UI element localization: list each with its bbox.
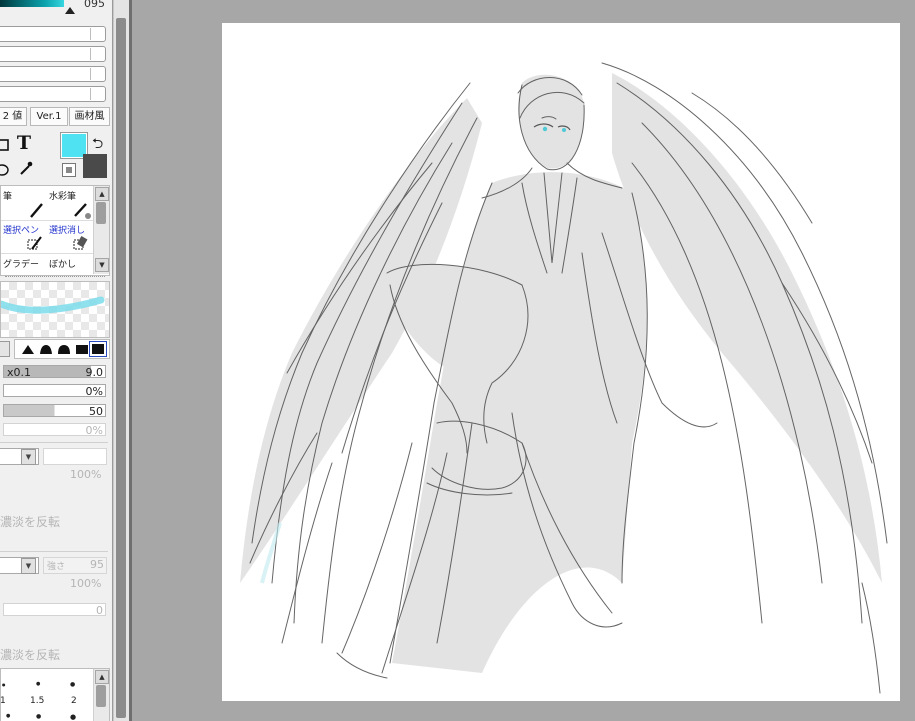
color-slider-2[interactable] (0, 46, 106, 62)
section-separator (0, 551, 108, 552)
preset-dot-icon: ● (70, 681, 76, 688)
size-presets-scrollbar[interactable]: ▲ (93, 669, 109, 721)
invert-shading-label-2[interactable]: 濃淡を反転 (0, 646, 60, 663)
scroll-up-icon[interactable]: ▲ (95, 670, 109, 684)
preset-dot-icon: ● (6, 713, 11, 719)
drawing-canvas[interactable] (222, 23, 900, 701)
scroll-down-icon[interactable]: ▼ (95, 258, 109, 272)
size-presets-scroll-thumb[interactable] (96, 685, 106, 707)
panel-scroll-thumb[interactable] (116, 18, 126, 718)
blending-value: 0% (85, 424, 103, 437)
effect-strength-field[interactable]: 強さ 95 (43, 557, 107, 574)
brush-size-slider[interactable]: x0.1 9.0 (3, 365, 106, 379)
tool-blur-label[interactable]: ぼかし (49, 257, 76, 270)
color-slider-1[interactable] (0, 26, 106, 42)
swap-colors-icon[interactable]: ⮌ (92, 133, 103, 157)
tool-watercolor-label[interactable]: 水彩筆 (49, 189, 76, 202)
tip-sharp-icon[interactable] (21, 344, 35, 354)
invert-shading-label-1[interactable]: 濃淡を反転 (0, 513, 60, 530)
tool-brush-label[interactable]: 筆 (3, 189, 12, 202)
bucket-icon[interactable] (0, 134, 14, 154)
size-multiplier[interactable]: x0.1 (7, 366, 31, 379)
color-slider-4[interactable] (0, 86, 106, 102)
chevron-down-icon[interactable]: ▼ (21, 449, 36, 465)
transparent-color-icon[interactable] (62, 163, 76, 177)
hue-slider[interactable] (0, 0, 64, 7)
tip-square-icon[interactable] (75, 344, 89, 354)
color-slider-3[interactable] (0, 66, 106, 82)
mode-paint-button[interactable]: 画材風 (69, 107, 110, 126)
tool-gradient-label[interactable]: グラデー (3, 257, 39, 270)
size-preset-1[interactable]: 1 (0, 696, 6, 706)
panel-splitter[interactable] (129, 0, 132, 721)
min-size-slider[interactable]: 0% (3, 384, 106, 398)
selection-eraser-icon (73, 236, 88, 250)
effect-percent: 100% (70, 577, 102, 590)
hue-value: 095 (84, 0, 105, 10)
mode-ver1-button[interactable]: Ver.1 (30, 107, 68, 126)
tool-panel: 095 2 値 Ver.1 画材風 T ⮌ 筆 水彩筆 選択ペン 選択消し グラ… (0, 0, 113, 721)
tool-palette-scroll-thumb[interactable] (96, 202, 106, 224)
brush-size-presets: ● ● ● 1 1.5 2 ● ● ● ▲ (0, 668, 110, 721)
brush-shape-dropdown[interactable] (0, 341, 10, 357)
angel-sketch-artwork (240, 62, 888, 694)
size-preset-1-5[interactable]: 1.5 (30, 696, 44, 706)
chevron-down-icon[interactable]: ▼ (21, 558, 36, 574)
mode-binary-button[interactable]: 2 値 (0, 107, 27, 126)
density-value: 50 (89, 405, 103, 418)
strength-value: 95 (90, 558, 104, 571)
texture-select[interactable]: ▼ (0, 448, 39, 465)
scroll-up-icon[interactable]: ▲ (95, 187, 109, 201)
preset-dot-icon: ● (2, 682, 6, 687)
density-slider[interactable]: 50 (3, 404, 106, 418)
effect-slider[interactable]: 0 (3, 603, 106, 617)
lasso-icon[interactable] (0, 160, 12, 180)
tip-round-icon[interactable] (39, 344, 53, 354)
size-preset-2[interactable]: 2 (71, 696, 77, 706)
preset-dot-icon: ● (36, 681, 41, 687)
preset-dot-icon: ● (70, 713, 77, 721)
min-size-value: 0% (85, 385, 103, 398)
watercolor-icon (74, 203, 91, 219)
background-color-swatch[interactable] (83, 154, 107, 178)
pen-icon (30, 203, 43, 218)
brush-stroke-preview (0, 281, 110, 338)
effect-value: 0 (96, 604, 103, 617)
tool-palette-scrollbar[interactable]: ▲ ▼ (93, 186, 109, 274)
strength-label: 強さ (47, 562, 66, 572)
section-separator (0, 442, 108, 443)
text-tool-icon[interactable]: T (14, 132, 34, 154)
tip-soft-icon[interactable] (57, 344, 71, 354)
brush-size-value: 9.0 (85, 366, 104, 379)
panel-divider (5, 276, 105, 277)
selection-pen-icon (27, 236, 42, 250)
texture-percent: 100% (70, 468, 102, 481)
effect-select[interactable]: ▼ (0, 557, 39, 574)
panel-scrollbar[interactable] (113, 0, 130, 721)
preset-dot-icon: ● (36, 713, 42, 720)
texture-strength-field[interactable] (43, 448, 107, 465)
tip-flat-icon[interactable] (89, 341, 107, 357)
hue-slider-handle[interactable] (65, 7, 75, 14)
eyedropper-icon[interactable] (16, 158, 36, 178)
brush-tip-shapes (14, 339, 110, 359)
blending-slider[interactable]: 0% (3, 423, 106, 437)
